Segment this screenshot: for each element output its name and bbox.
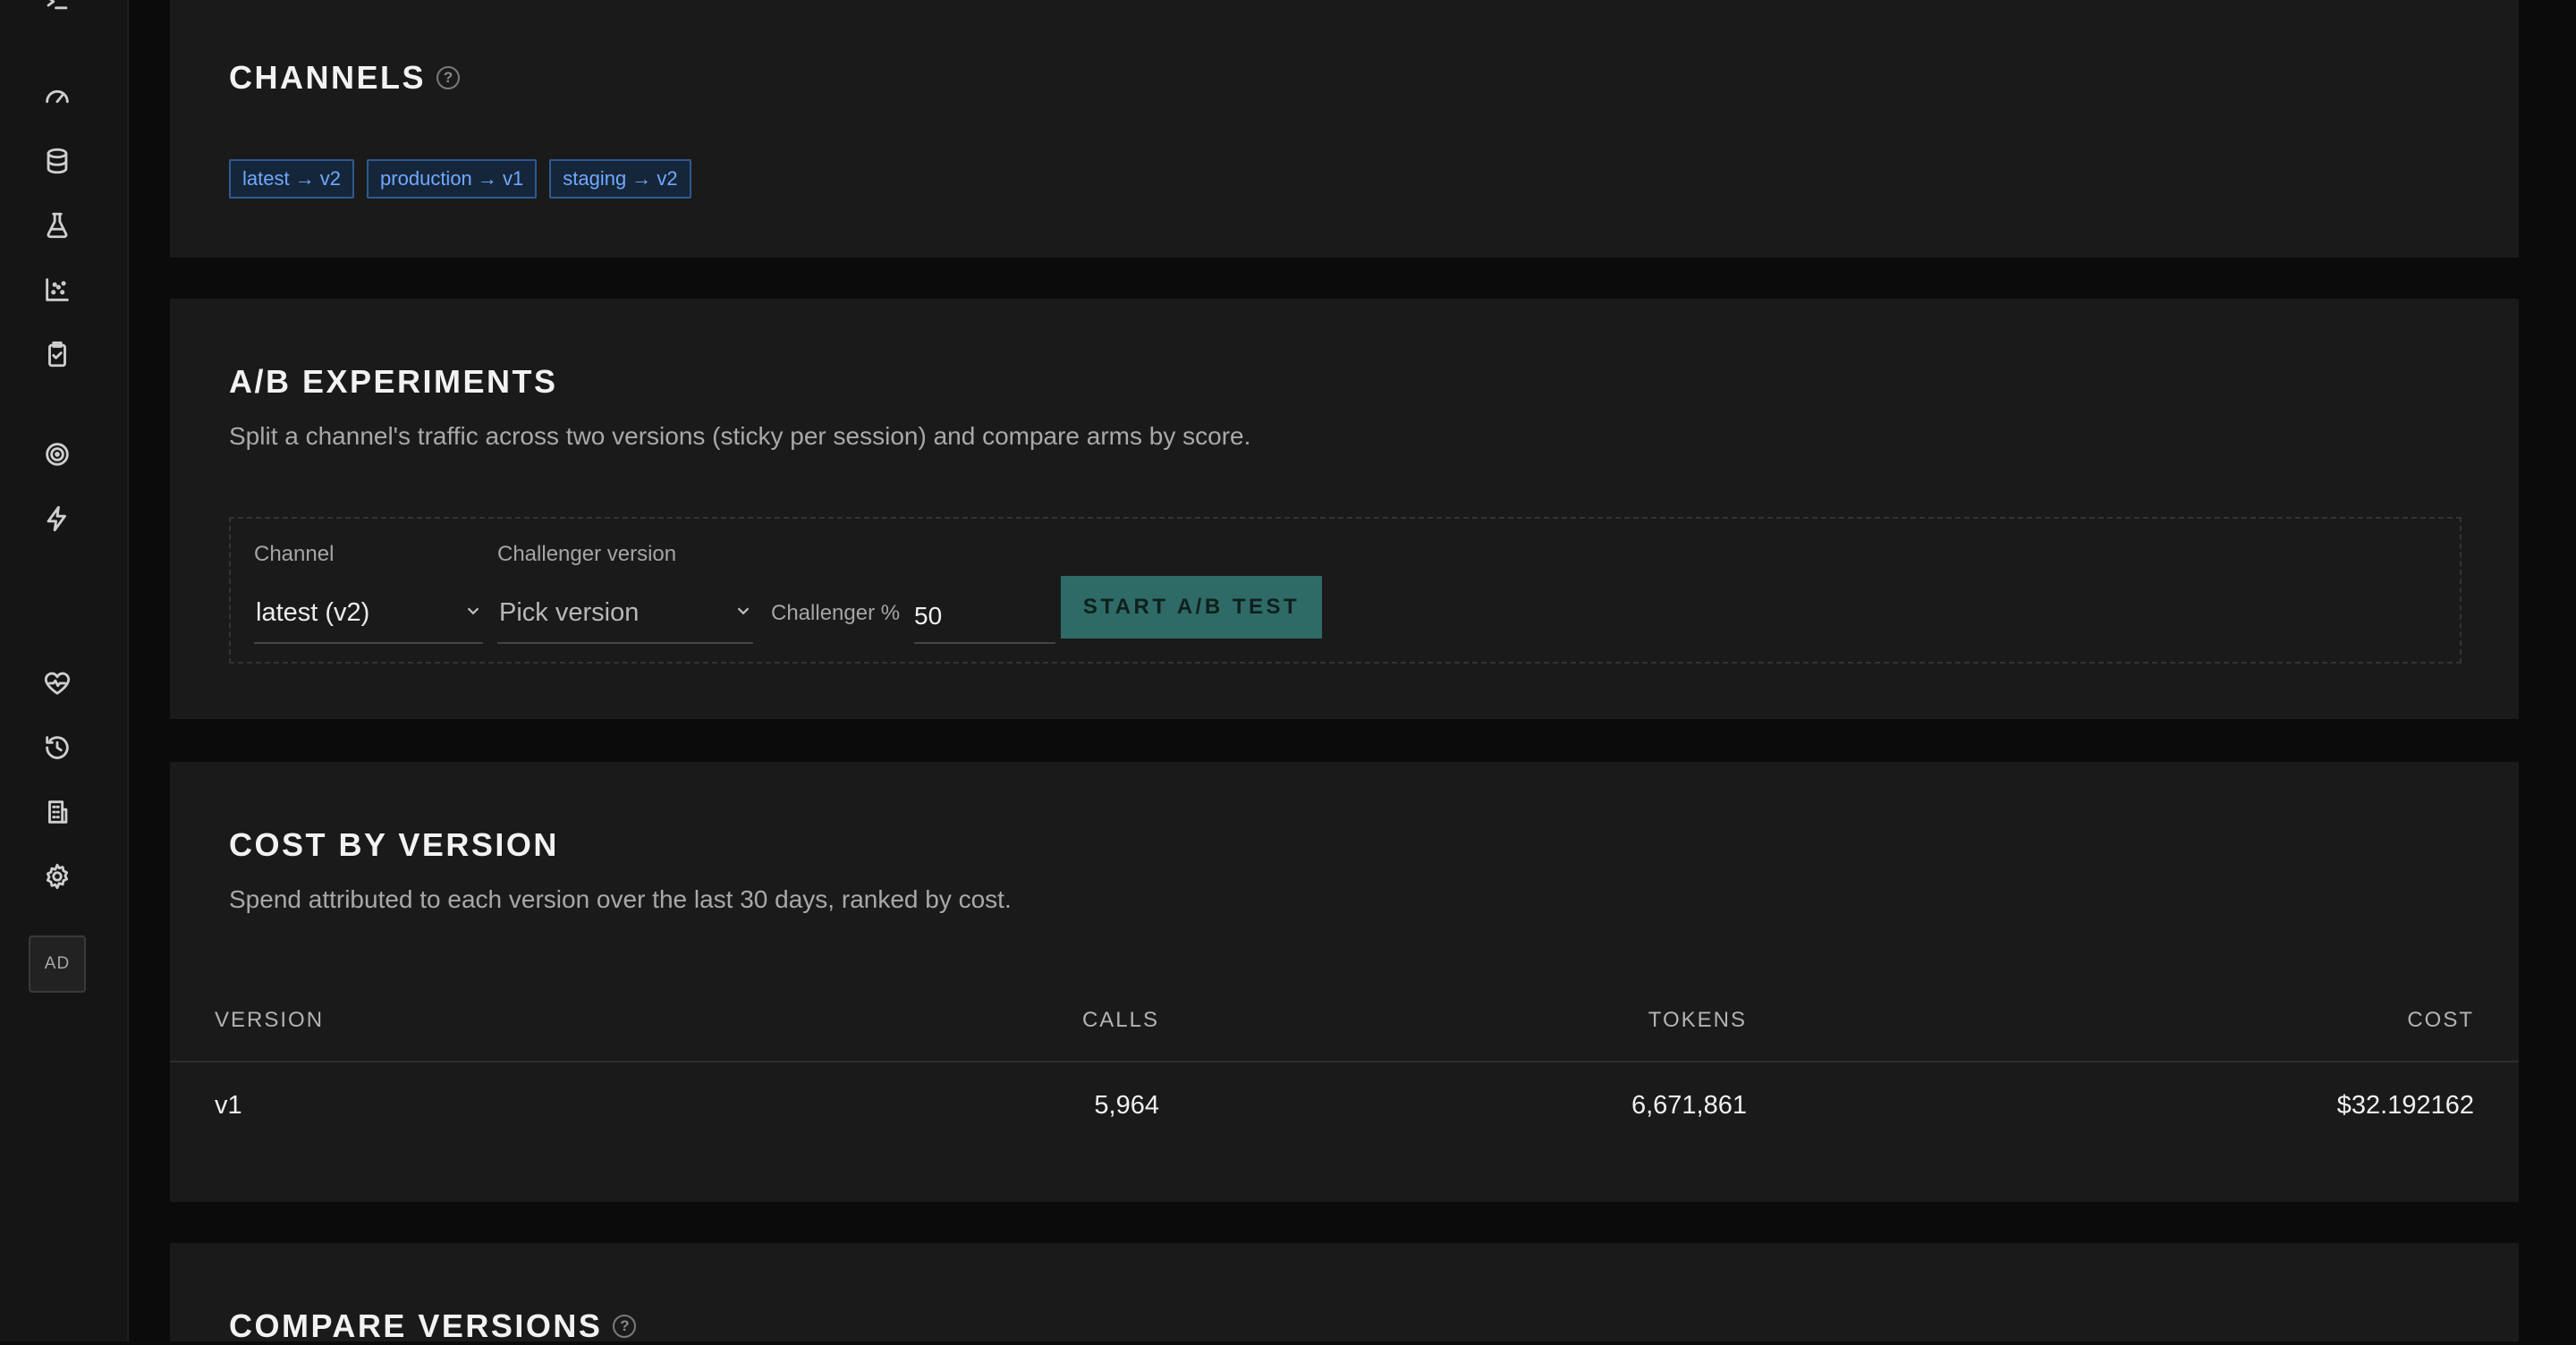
channel-chip-staging[interactable]: staging → v2 xyxy=(549,159,691,199)
channel-chip-production[interactable]: production → v1 xyxy=(367,159,538,199)
ab-description: Split a channel's traffic across two ver… xyxy=(229,422,1251,450)
table-row[interactable]: v1 5,964 6,671,861 $32.192162 xyxy=(170,1064,2519,1146)
table-header: VERSION CALLS TOKENS COST xyxy=(170,980,2519,1062)
column-header-tokens[interactable]: TOKENS xyxy=(1648,1008,1747,1033)
avatar[interactable]: AD xyxy=(29,935,86,993)
cell-tokens: 6,671,861 xyxy=(1631,1090,1747,1120)
heart-pulse-icon[interactable] xyxy=(38,664,77,703)
start-ab-test-button[interactable]: START A/B TEST xyxy=(1061,576,1322,639)
column-header-version[interactable]: VERSION xyxy=(215,1008,324,1033)
cost-title: COST BY VERSION xyxy=(229,826,559,863)
compare-versions-card: COMPARE VERSIONS ? xyxy=(170,1243,2519,1344)
cell-cost: $32.192162 xyxy=(2336,1090,2474,1120)
channels-title: CHANNELS ? xyxy=(229,59,461,97)
chevron-down-icon xyxy=(733,598,753,628)
channel-label: Channel xyxy=(254,542,335,566)
challenger-percent-input[interactable]: 50 xyxy=(914,590,1055,644)
help-icon[interactable]: ? xyxy=(436,66,461,89)
database-icon[interactable] xyxy=(38,141,77,181)
ab-experiments-card: A/B EXPERIMENTS Split a channel's traffi… xyxy=(170,299,2519,719)
challenger-label: Challenger version xyxy=(497,542,677,566)
cost-by-version-card: COST BY VERSION Spend attributed to each… xyxy=(170,762,2519,1202)
compare-title-text: COMPARE VERSIONS xyxy=(229,1307,603,1344)
challenger-percent-value: 50 xyxy=(914,602,943,630)
lightning-icon[interactable] xyxy=(38,499,77,538)
channel-select-value: latest (v2) xyxy=(256,597,370,627)
channel-chip-latest[interactable]: latest → v2 xyxy=(229,159,355,199)
channels-card: CHANNELS ? latest → v2 production → v1 s… xyxy=(170,0,2519,258)
cell-version: v1 xyxy=(215,1090,242,1120)
clipboard-check-icon[interactable] xyxy=(38,334,77,374)
challenger-select[interactable]: Pick version xyxy=(497,583,753,644)
cost-description: Spend attributed to each version over th… xyxy=(229,885,1012,913)
ab-title: A/B EXPERIMENTS xyxy=(229,363,558,400)
channels-title-text: CHANNELS xyxy=(229,59,427,96)
history-icon[interactable] xyxy=(38,728,77,767)
compare-title: COMPARE VERSIONS ? xyxy=(229,1307,637,1345)
channel-select[interactable]: latest (v2) xyxy=(254,583,483,644)
gear-icon[interactable] xyxy=(38,857,77,896)
challenger-select-value: Pick version xyxy=(499,597,640,627)
channel-chips: latest → v2 production → v1 staging → v2 xyxy=(229,159,691,199)
flask-icon[interactable] xyxy=(38,206,77,245)
challenger-percent-label: Challenger % xyxy=(771,601,901,625)
column-header-calls[interactable]: CALLS xyxy=(1082,1008,1159,1033)
column-header-cost[interactable]: COST xyxy=(2407,1008,2474,1033)
target-icon[interactable] xyxy=(38,435,77,474)
building-icon[interactable] xyxy=(38,792,77,832)
cell-calls: 5,964 xyxy=(1094,1090,1159,1120)
menu-icon[interactable] xyxy=(38,0,77,25)
gauge-icon[interactable] xyxy=(38,77,77,116)
ab-form: Channel latest (v2) Challenger version P… xyxy=(229,517,2462,664)
sidebar: AD xyxy=(0,0,129,1341)
scatter-chart-icon[interactable] xyxy=(38,270,77,309)
chevron-down-icon xyxy=(463,598,483,628)
help-icon[interactable]: ? xyxy=(613,1315,637,1338)
